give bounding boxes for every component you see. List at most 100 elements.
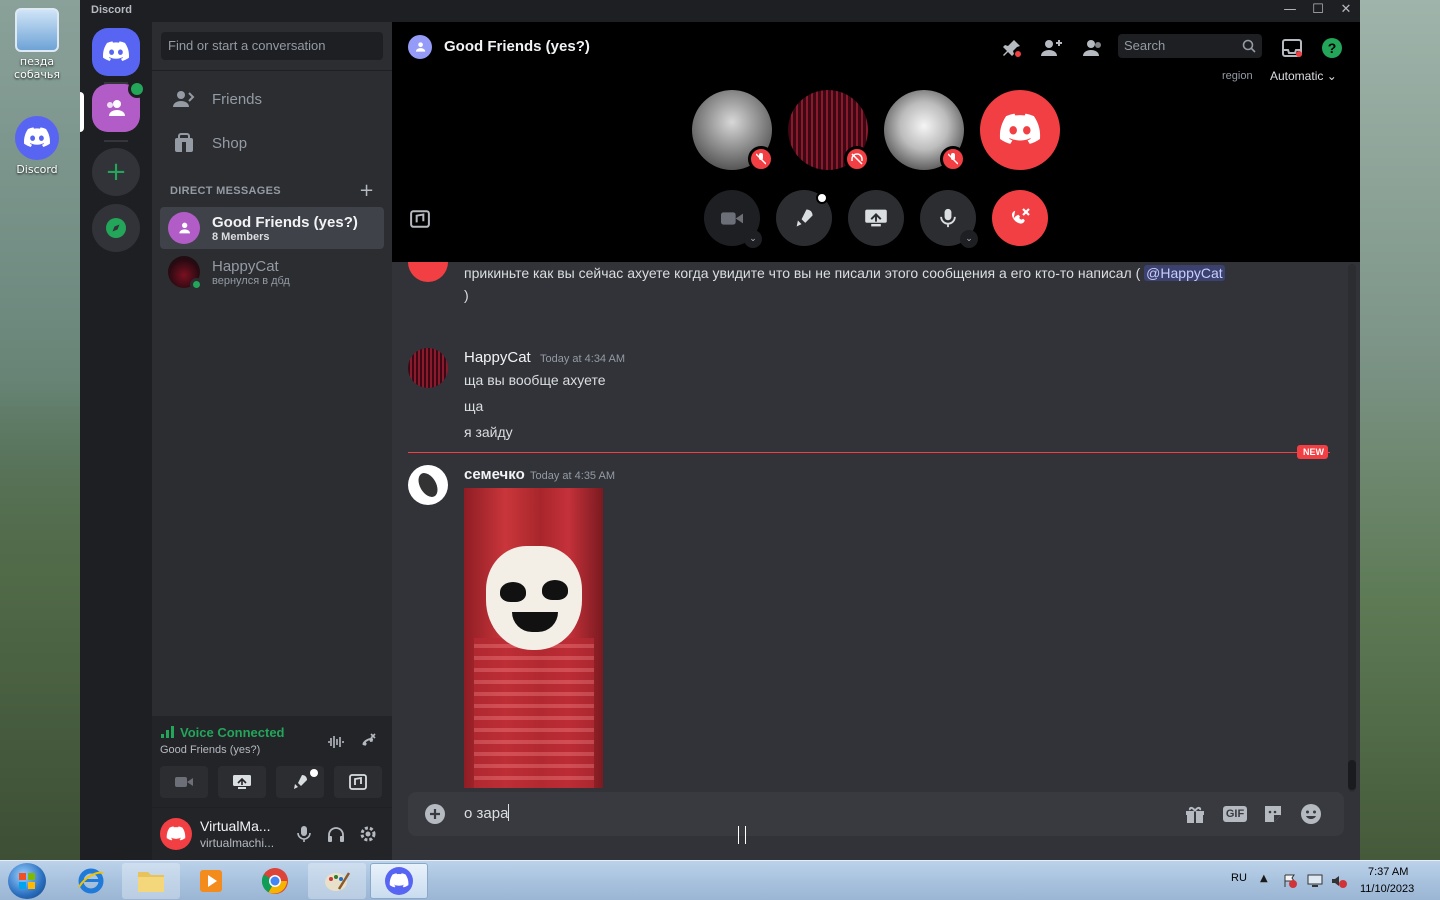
taskbar-paint[interactable] — [308, 863, 366, 899]
add-server-button[interactable]: + — [92, 148, 140, 196]
user-avatar[interactable] — [160, 818, 192, 850]
signal-icon — [161, 726, 174, 738]
message-author[interactable]: HappyCat — [464, 349, 531, 366]
desktop-background — [0, 380, 80, 860]
voice-status[interactable]: Voice Connected — [180, 725, 285, 740]
shop-icon — [172, 131, 196, 155]
minimize-button[interactable]: — — [1276, 2, 1304, 20]
taskbar: RU ▲ 7:37 AM 11/10/2023 — [0, 860, 1440, 900]
taskbar-discord[interactable] — [370, 863, 428, 899]
add-user-icon — [1041, 40, 1062, 56]
volume-muted-icon[interactable] — [1330, 873, 1348, 889]
taskbar-chrome[interactable] — [246, 863, 304, 899]
message-timestamp: Today at 4:34 AM — [540, 353, 625, 365]
scrollbar-thumb[interactable] — [1348, 760, 1356, 790]
sticker-button[interactable] — [1260, 802, 1286, 826]
find-conversation-input[interactable]: Find or start a conversation — [161, 32, 383, 60]
desktop-icon-computer[interactable]: пезда собачья — [2, 8, 72, 81]
create-dm-button[interactable]: + — [359, 180, 374, 201]
dm-item-happycat[interactable]: HappyCat вернулся в дбд — [160, 251, 384, 293]
user-name[interactable]: VirtualMa... — [200, 818, 271, 834]
chevron-down-icon[interactable]: ⌄ — [744, 230, 762, 248]
gift-button[interactable] — [1182, 802, 1208, 826]
emoji-button[interactable] — [1298, 802, 1324, 826]
start-button[interactable] — [8, 863, 46, 899]
avatar[interactable] — [408, 465, 448, 505]
activity-button[interactable] — [776, 190, 832, 246]
add-friends-to-dm-button[interactable] — [1038, 34, 1066, 62]
voice-channel-name[interactable]: Good Friends (yes?) — [160, 744, 260, 756]
dm-sidebar: Find or start a conversation Friends Sho… — [152, 22, 392, 860]
message-composer[interactable]: о зара GIF — [408, 792, 1344, 836]
dm-item-good-friends[interactable]: Good Friends (yes?) 8 Members — [160, 207, 384, 249]
discord-logo-icon — [166, 826, 186, 841]
language-indicator[interactable]: RU — [1231, 872, 1247, 884]
message-image-attachment[interactable] — [464, 488, 603, 788]
video-button[interactable] — [160, 766, 208, 798]
leave-call-button[interactable] — [992, 190, 1048, 246]
participant-tile[interactable] — [692, 90, 774, 172]
nav-friends[interactable]: Friends — [160, 78, 384, 120]
nav-shop[interactable]: Shop — [160, 122, 384, 164]
show-hidden-icons-button[interactable]: ▲ — [1260, 873, 1268, 884]
search-input[interactable]: Search — [1118, 34, 1262, 58]
close-button[interactable]: ✕ — [1332, 2, 1360, 20]
message-input[interactable]: о зара — [464, 804, 510, 822]
participant-tile-self[interactable] — [980, 90, 1060, 170]
waveform-icon — [328, 736, 344, 748]
selected-pill — [80, 92, 84, 132]
help-button[interactable]: ? — [1318, 34, 1346, 62]
soundboard-button[interactable] — [408, 208, 432, 230]
explore-servers-button[interactable] — [92, 204, 140, 252]
call-title: Good Friends (yes?) — [444, 38, 590, 55]
new-messages-badge: NEW — [1297, 445, 1328, 459]
avatar — [168, 256, 203, 291]
taskbar-ie[interactable] — [62, 863, 120, 899]
title-bar: Discord — ☐ ✕ — [80, 0, 1360, 22]
message-author[interactable]: семечко — [464, 466, 525, 483]
dm-name: HappyCat — [212, 257, 279, 275]
deafen-button[interactable] — [322, 820, 350, 848]
discord-logo-icon — [15, 116, 59, 160]
group-icon — [179, 222, 190, 234]
online-status-icon — [190, 278, 203, 291]
user-mention[interactable]: @HappyCat — [1144, 265, 1225, 281]
region-select[interactable]: Automatic ⌄ — [1270, 69, 1337, 83]
group-dm-button[interactable] — [92, 80, 146, 132]
members-icon — [1083, 40, 1101, 56]
user-settings-button[interactable] — [354, 820, 382, 848]
home-button[interactable] — [92, 28, 140, 76]
desktop-background-right — [1360, 0, 1440, 860]
screen-share-button[interactable] — [218, 766, 266, 798]
clock-date[interactable]: 11/10/2023 — [1360, 883, 1414, 895]
screen-share-button[interactable] — [848, 190, 904, 246]
inbox-button[interactable] — [1278, 34, 1306, 62]
message-content: ща вы вообще ахуете — [464, 372, 606, 388]
participant-tile[interactable] — [884, 90, 966, 172]
avatar[interactable] — [408, 348, 448, 388]
network-icon[interactable] — [1306, 873, 1324, 889]
chevron-down-icon[interactable]: ⌄ — [960, 230, 978, 248]
pinned-messages-button[interactable] — [998, 34, 1026, 62]
member-list-button[interactable] — [1078, 34, 1106, 62]
participant-tile[interactable] — [788, 90, 870, 172]
taskbar-media-player[interactable] — [182, 863, 240, 899]
maximize-button[interactable]: ☐ — [1304, 2, 1332, 20]
upload-button[interactable] — [424, 803, 446, 825]
microphone-button[interactable]: ⌄ — [920, 190, 978, 248]
gif-button[interactable]: GIF — [1222, 802, 1248, 826]
desktop-icon-discord[interactable]: Discord — [2, 116, 72, 176]
action-center-flag-icon[interactable] — [1282, 873, 1298, 889]
clock-time[interactable]: 7:37 AM — [1368, 866, 1408, 878]
camera-icon — [175, 777, 193, 787]
mute-button[interactable] — [290, 820, 318, 848]
taskbar-explorer[interactable] — [122, 863, 180, 899]
soundboard-button[interactable] — [334, 766, 382, 798]
noise-suppression-button[interactable] — [324, 730, 348, 754]
camera-button[interactable]: ⌄ — [704, 190, 762, 248]
muted-icon — [748, 146, 774, 172]
scrollbar-track[interactable] — [1348, 264, 1356, 792]
deafened-icon — [844, 146, 870, 172]
activity-button[interactable] — [276, 766, 324, 798]
disconnect-button[interactable] — [356, 730, 380, 754]
